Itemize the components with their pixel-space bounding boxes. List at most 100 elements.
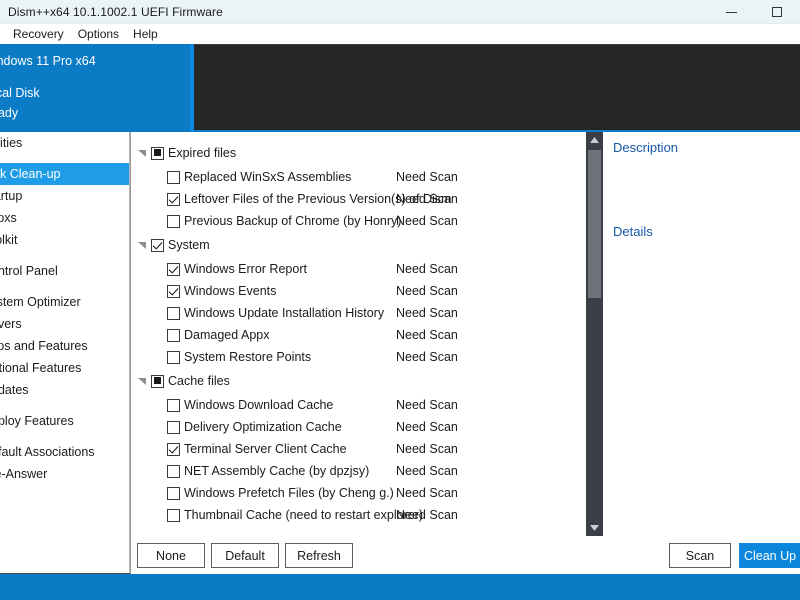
item-checkbox[interactable] bbox=[167, 328, 180, 342]
tree-item-row[interactable]: Delivery Optimization Cache Need Scan bbox=[131, 416, 586, 438]
tree-item-label: Previous Backup of Chrome (by Honry) bbox=[184, 214, 402, 228]
item-checkbox[interactable] bbox=[167, 508, 180, 522]
status-bar-divider bbox=[0, 573, 130, 574]
sidebar-item-label: Utilities bbox=[0, 136, 23, 150]
tree-item-row[interactable]: Previous Backup of Chrome (by Honry) Need… bbox=[131, 210, 586, 232]
minimize-icon bbox=[725, 11, 737, 13]
sidebar-item-label: Control Panel bbox=[0, 264, 58, 278]
sidebar-item-system-optimizer[interactable]: System Optimizer bbox=[0, 291, 129, 313]
cleanup-tree: Expired files Replaced WinSxS Assemblies N… bbox=[131, 132, 586, 532]
item-checkbox[interactable] bbox=[167, 214, 180, 228]
sidebar-item-deploy-features[interactable]: Deploy Features bbox=[0, 410, 129, 432]
sidebar-item-apps-and-features[interactable]: Apps and Features bbox=[0, 335, 129, 357]
item-checkbox[interactable] bbox=[167, 284, 180, 298]
sidebar-item-label: Default Associations bbox=[0, 445, 95, 459]
default-button[interactable]: Default bbox=[211, 543, 279, 568]
tree-group-label: Expired files bbox=[168, 146, 237, 160]
menu-item-recovery[interactable]: Recovery bbox=[6, 24, 71, 44]
item-checkbox[interactable] bbox=[167, 170, 180, 184]
item-checkbox[interactable] bbox=[167, 262, 180, 276]
tree-item-label: Windows Events bbox=[184, 284, 277, 298]
tree-item-row[interactable]: Windows Events Need Scan bbox=[131, 280, 586, 302]
tree-item-label: Windows Download Cache bbox=[184, 398, 334, 412]
tree-item-status: Need Scan bbox=[396, 398, 458, 412]
scrollbar-thumb[interactable] bbox=[588, 150, 601, 298]
sidebar-item-control-panel[interactable]: Control Panel bbox=[0, 260, 129, 282]
tree-item-row[interactable]: Windows Update Installation History Need … bbox=[131, 302, 586, 324]
item-checkbox[interactable] bbox=[167, 350, 180, 364]
sidebar-item-optional-features[interactable]: Optional Features bbox=[0, 357, 129, 379]
item-checkbox[interactable] bbox=[167, 420, 180, 434]
tree-item-label: NET Assembly Cache (by dpzjsy) bbox=[184, 464, 370, 478]
dismpp-window: Dism++x64 10.1.1002.1 UEFI Firmware Reco… bbox=[0, 0, 800, 600]
item-checkbox[interactable] bbox=[167, 464, 180, 478]
expander-triangle-icon[interactable] bbox=[135, 146, 149, 160]
sidebar-item-label: Appxs bbox=[0, 211, 17, 225]
sidebar-item-disk-clean-up[interactable]: Disk Clean-up bbox=[0, 163, 129, 185]
maximize-button[interactable] bbox=[754, 0, 800, 24]
tree-item-row[interactable]: Windows Error Report Need Scan bbox=[131, 258, 586, 280]
tree-item-label: Windows Prefetch Files (by Cheng g.) bbox=[184, 486, 394, 500]
details-heading: Details bbox=[613, 224, 653, 239]
tree-item-label: System Restore Points bbox=[184, 350, 312, 364]
item-checkbox[interactable] bbox=[167, 398, 180, 412]
sidebar-item-drivers[interactable]: Drivers bbox=[0, 313, 129, 335]
minimize-button[interactable] bbox=[708, 0, 754, 24]
tree-item-row[interactable]: Terminal Server Client Cache Need Scan bbox=[131, 438, 586, 460]
item-checkbox[interactable] bbox=[167, 486, 180, 500]
tree-item-label: Terminal Server Client Cache bbox=[184, 442, 347, 456]
expander-triangle-icon[interactable] bbox=[135, 238, 149, 252]
window-title: Dism++x64 10.1.1002.1 UEFI Firmware bbox=[8, 4, 223, 19]
group-checkbox[interactable] bbox=[151, 238, 164, 252]
tree-item-row[interactable]: Windows Download Cache Need Scan bbox=[131, 394, 586, 416]
tree-group-row[interactable]: Cache files bbox=[131, 368, 586, 394]
sidebar-item-toolkit[interactable]: Toolkit bbox=[0, 229, 129, 251]
menu-item-options[interactable]: Options bbox=[71, 24, 126, 44]
tree-item-label: Thumbnail Cache (need to restart explore… bbox=[184, 508, 424, 522]
tree-item-row[interactable]: Leftover Files of the Previous Version(s… bbox=[131, 188, 586, 210]
status-label: Ready bbox=[0, 106, 19, 120]
tree-item-row[interactable]: NET Assembly Cache (by dpzjsy) Need Scan bbox=[131, 460, 586, 482]
tree-scrollbar[interactable] bbox=[586, 132, 603, 536]
sidebar-item-utilities[interactable]: Utilities bbox=[0, 132, 129, 154]
tree-item-row[interactable]: Thumbnail Cache (need to restart explore… bbox=[131, 504, 586, 526]
tree-item-row[interactable]: System Restore Points Need Scan bbox=[131, 346, 586, 368]
sidebar-item-appxs[interactable]: Appxs bbox=[0, 207, 129, 229]
sidebar-item-startup[interactable]: Startup bbox=[0, 185, 129, 207]
tree-item-status: Need Scan bbox=[396, 192, 458, 206]
menu-item-help[interactable]: Help bbox=[126, 24, 165, 44]
tree-item-row[interactable]: Replaced WinSxS Assemblies Need Scan bbox=[131, 166, 586, 188]
tree-item-row[interactable]: Windows Prefetch Files (by Cheng g.) Need… bbox=[131, 482, 586, 504]
scan-button[interactable]: Scan bbox=[669, 543, 731, 568]
clean-up-button[interactable]: Clean Up bbox=[739, 543, 800, 568]
item-checkbox[interactable] bbox=[167, 192, 180, 206]
group-checkbox[interactable] bbox=[151, 374, 164, 388]
sidebar-item-label: Startup bbox=[0, 189, 23, 203]
item-checkbox[interactable] bbox=[167, 442, 180, 456]
tree-item-status: Need Scan bbox=[396, 486, 458, 500]
sidebar-item-label: Drivers bbox=[0, 317, 22, 331]
item-checkbox[interactable] bbox=[167, 306, 180, 320]
none-button[interactable]: None bbox=[137, 543, 205, 568]
sidebar: Utilities Disk Clean-up Startup Appxs Toolki… bbox=[0, 132, 130, 574]
tree-item-status: Need Scan bbox=[396, 328, 458, 342]
sidebar-item-label: Toolkit bbox=[0, 233, 18, 247]
tree-item-row[interactable]: Damaged Appx Need Scan bbox=[131, 324, 586, 346]
sidebar-item-pre-answer[interactable]: Pre-Answer bbox=[0, 463, 129, 485]
header-accent-strip bbox=[190, 44, 194, 132]
tree-group-row[interactable]: System bbox=[131, 232, 586, 258]
tree-group-row[interactable]: Expired files bbox=[131, 140, 586, 166]
scroll-down-arrow-icon[interactable] bbox=[586, 520, 603, 536]
sidebar-item-label: System Optimizer bbox=[0, 295, 81, 309]
group-checkbox[interactable] bbox=[151, 146, 164, 160]
header-dark-panel bbox=[190, 44, 800, 132]
refresh-button[interactable]: Refresh bbox=[285, 543, 353, 568]
sidebar-item-default-associations[interactable]: Default Associations bbox=[0, 441, 129, 463]
scroll-up-arrow-icon[interactable] bbox=[586, 132, 603, 148]
tree-item-status: Need Scan bbox=[396, 464, 458, 478]
expander-triangle-icon[interactable] bbox=[135, 374, 149, 388]
button-bar: None Default Refresh Scan Clean Up bbox=[131, 536, 800, 574]
tree-item-status: Need Scan bbox=[396, 350, 458, 364]
sidebar-item-updates[interactable]: Updates bbox=[0, 379, 129, 401]
